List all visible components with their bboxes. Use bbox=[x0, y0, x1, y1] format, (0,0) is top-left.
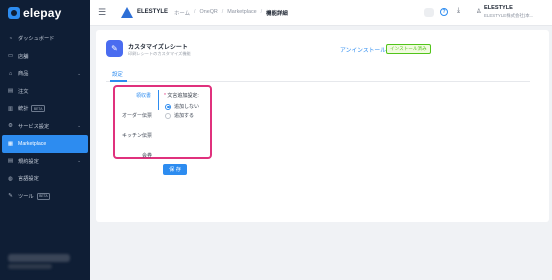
sidebar-item-7[interactable]: ▤ 規約設定 ⌄ bbox=[0, 153, 90, 171]
user-name[interactable]: ELESTYLE bbox=[484, 5, 513, 11]
radio-label: 追加しない bbox=[174, 104, 200, 110]
receipt-icon: ✎ bbox=[106, 40, 123, 57]
chevron-down-icon: ⌄ bbox=[77, 70, 81, 76]
sidebar-item-5[interactable]: ⚙ サービス設定 ⌄ bbox=[0, 118, 90, 136]
sidebar-item-3[interactable]: ▤ 注文 bbox=[0, 83, 90, 101]
app-description: 印刷レシートのカスタマイズ機能 bbox=[128, 51, 191, 56]
sidebar-item-label: 規約設定 bbox=[18, 158, 39, 165]
tag-icon: ⌂ bbox=[8, 70, 13, 77]
sidebar-item-label: 注文 bbox=[18, 88, 29, 95]
user-info-blurred-2 bbox=[8, 264, 52, 269]
uninstall-link[interactable]: アンインストール bbox=[340, 45, 386, 54]
top-header: ☰ ELESTYLE ホーム / OneQR / Marketplace / 機… bbox=[90, 0, 552, 26]
breadcrumb-home[interactable]: ホーム bbox=[174, 9, 190, 17]
radio-button-checked[interactable] bbox=[165, 103, 171, 110]
breadcrumb: ホーム / OneQR / Marketplace / 機能詳細 bbox=[174, 9, 288, 17]
tool-icon: ✎ bbox=[8, 193, 13, 200]
brand-name: ELESTYLE bbox=[137, 9, 169, 15]
beta-badge: BETA bbox=[31, 105, 45, 113]
sidebar: elepay ◔ ダッシュボード ▭ 店舗 ⌂ 商品 ⌄ ▤ 注文 ▥ 統計 BETA ⚙ サービス設定 ⌄… bbox=[0, 0, 90, 280]
sidebar-item-9[interactable]: ✎ ツール BETA bbox=[0, 188, 90, 206]
radio-label: 追加する bbox=[174, 113, 195, 119]
installed-badge: インストール済み bbox=[386, 44, 431, 55]
store-icon: ▭ bbox=[7, 53, 14, 60]
user-company: ELESTYLE株式会社(本... bbox=[484, 13, 534, 18]
sidebar-item-1[interactable]: ▭ 店舗 bbox=[0, 48, 90, 66]
sidebar-item-label: ツール bbox=[18, 193, 34, 200]
sidebar-item-label: Marketplace bbox=[18, 140, 47, 147]
logo-icon bbox=[8, 7, 20, 19]
text-addition-label-text: 文言追加設定: bbox=[167, 93, 199, 99]
breadcrumb-separator: / bbox=[221, 9, 224, 15]
sidebar-item-label: 言語設定 bbox=[18, 176, 39, 183]
sidebar-item-8[interactable]: ◍ 言語設定 bbox=[0, 170, 90, 188]
sidebar-nav: ◔ ダッシュボード ▭ 店舗 ⌂ 商品 ⌄ ▤ 注文 ▥ 統計 BETA ⚙ サービス設定 ⌄ ▦ Market… bbox=[0, 30, 90, 205]
receipt-type-tabs: 領収書 オーダー伝票 キッチン伝票 会券 bbox=[115, 90, 159, 170]
logo-text: elepay bbox=[23, 6, 62, 20]
breadcrumb-separator: / bbox=[194, 9, 196, 15]
sidebar-item-6[interactable]: ▦ Marketplace bbox=[2, 135, 88, 153]
chevron-down-icon: ⌄ bbox=[77, 158, 81, 164]
breadcrumb-marketplace[interactable]: Marketplace bbox=[227, 9, 256, 17]
header-toggle[interactable] bbox=[424, 8, 434, 17]
radio-button[interactable] bbox=[165, 112, 171, 119]
user-icon[interactable]: ♙ bbox=[476, 8, 481, 15]
radio-option-add[interactable]: 追加する bbox=[165, 112, 194, 119]
chart-icon: ▥ bbox=[7, 105, 14, 112]
menu-toggle-icon[interactable]: ☰ bbox=[98, 8, 106, 17]
sidebar-item-label: 店舗 bbox=[18, 53, 29, 60]
settings-icon: ⚙ bbox=[8, 123, 13, 130]
user-info-blurred bbox=[8, 254, 70, 262]
sidebar-item-label: サービス設定 bbox=[18, 123, 50, 130]
tab-active-indicator bbox=[110, 80, 127, 82]
sidebar-item-0[interactable]: ◔ ダッシュボード bbox=[0, 30, 90, 48]
help-icon[interactable]: ? bbox=[440, 8, 448, 16]
dashboard-icon: ◔ bbox=[8, 35, 13, 42]
breadcrumb-current: 機能詳細 bbox=[266, 11, 288, 17]
sidebar-item-2[interactable]: ⌂ 商品 ⌄ bbox=[0, 65, 90, 83]
vtab-order-slip[interactable]: オーダー伝票 bbox=[115, 110, 159, 130]
download-icon[interactable]: ⤓ bbox=[457, 7, 460, 15]
vtab-ticket[interactable]: 会券 bbox=[115, 150, 159, 170]
vtab-kitchen-slip[interactable]: キッチン伝票 bbox=[115, 130, 159, 150]
breadcrumb-oneqr[interactable]: OneQR bbox=[200, 9, 218, 17]
tab-settings[interactable]: 設定 bbox=[112, 70, 123, 78]
order-icon: ▤ bbox=[7, 88, 14, 95]
document-icon: ▤ bbox=[7, 158, 14, 165]
chevron-down-icon: ⌄ bbox=[77, 123, 81, 129]
sidebar-item-label: 商品 bbox=[18, 71, 29, 78]
app-title: カスタマイズレシート bbox=[128, 45, 188, 51]
sidebar-item-4[interactable]: ▥ 統計 BETA bbox=[0, 100, 90, 118]
radio-option-no-add[interactable]: 追加しない bbox=[165, 103, 199, 110]
globe-icon: ◍ bbox=[8, 175, 13, 182]
beta-badge: BETA bbox=[36, 192, 51, 200]
breadcrumb-separator: / bbox=[260, 9, 263, 15]
settings-panel: 領収書 オーダー伝票 キッチン伝票 会券 * 文言追加設定: 追加しない 追加す… bbox=[113, 85, 212, 159]
vtab-receipt[interactable]: 領収書 bbox=[115, 90, 159, 110]
save-button[interactable]: 保 存 bbox=[163, 164, 187, 175]
text-addition-label: * 文言追加設定: bbox=[164, 92, 199, 99]
logo[interactable]: elepay bbox=[8, 6, 62, 20]
sidebar-item-label: ダッシュボード bbox=[18, 36, 55, 43]
sidebar-item-label: 統計 bbox=[18, 106, 29, 113]
brand-icon bbox=[121, 7, 133, 18]
tab-bar: 設定 bbox=[106, 68, 530, 82]
marketplace-icon: ▦ bbox=[7, 140, 14, 147]
